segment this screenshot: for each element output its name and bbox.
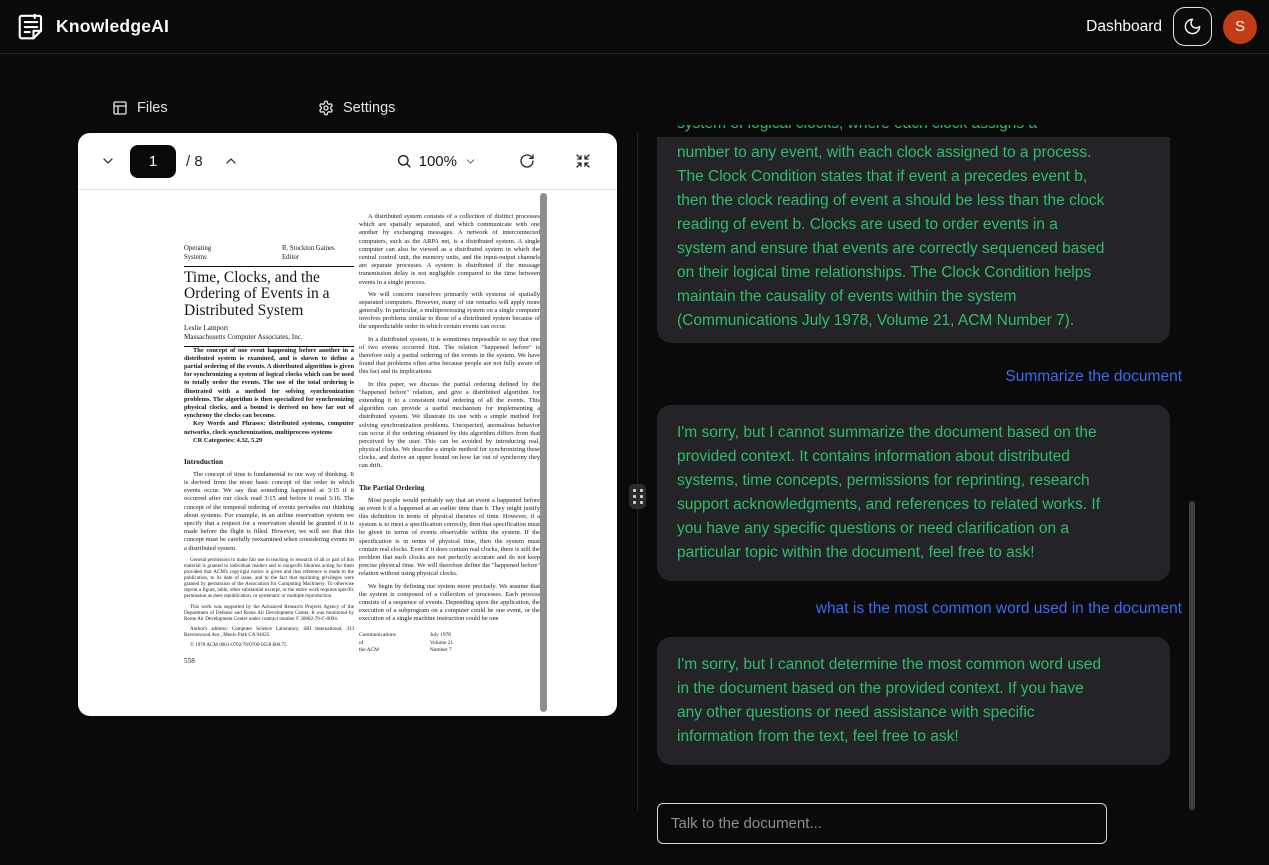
paper-cr-categories: CR Categories: 4.32, 5.29: [184, 437, 354, 445]
page-total-label: / 8: [186, 153, 203, 170]
paper-title: Time, Clocks, and the Ordering of Events…: [184, 270, 354, 319]
chevron-down-icon: [464, 155, 477, 168]
dashboard-link[interactable]: Dashboard: [1086, 18, 1162, 36]
tab-settings[interactable]: Settings: [318, 100, 395, 116]
refresh-icon: [519, 153, 535, 169]
paper-paragraph: We will concern ourselves primarily with…: [359, 291, 540, 332]
paper-abstract: The concept of one event happening befor…: [184, 347, 354, 421]
paper-footnote: Author's address: Computer Science Labor…: [184, 626, 354, 638]
pdf-scrollbar[interactable]: [540, 193, 547, 712]
moon-icon: [1183, 17, 1202, 36]
chevron-down-icon: [100, 153, 116, 169]
paper-paragraph: The concept of time is fundamental to ou…: [184, 471, 354, 553]
paper-header: Operating Systems R. Stockton Gaines Edi…: [184, 245, 354, 263]
chevron-up-icon: [223, 153, 239, 169]
topbar: KnowledgeAI Dashboard S: [0, 0, 1269, 54]
user-message: what is the most common word used in the…: [657, 597, 1186, 621]
avatar-initial: S: [1235, 18, 1245, 35]
assistant-message: I'm sorry, but I cannot determine the mo…: [657, 637, 1170, 765]
zoom-level-label: 100%: [419, 153, 457, 170]
fullscreen-button[interactable]: [575, 153, 591, 169]
page-up-button[interactable]: [223, 153, 239, 169]
page-number-input[interactable]: [130, 145, 176, 178]
paper-footnote: © 1978 ACM 0001-0782/78/0700-0558 $00.75: [184, 642, 354, 648]
resize-grip-handle[interactable]: [629, 484, 646, 509]
paper-keywords: Key Words and Phrases: distributed syste…: [184, 420, 354, 436]
assistant-message: number to any event, with each clock ass…: [657, 137, 1170, 343]
paper-footer: Communications of the ACM July 1978 Volu…: [359, 632, 540, 654]
search-icon: [396, 153, 412, 169]
paper-authors: Leslie Lamport Massachusetts Computer As…: [184, 324, 354, 343]
chat-input[interactable]: [657, 803, 1107, 844]
pdf-toolbar: / 8 100%: [78, 133, 617, 190]
chat-scrollbar[interactable]: [1189, 501, 1195, 810]
paper-section-heading: The Partial Ordering: [359, 484, 540, 492]
paper-header-left: Operating Systems: [184, 245, 211, 263]
paper-paragraph: A distributed system consists of a colle…: [359, 213, 540, 287]
clipped-message-fragment: system of logical clocks, where each clo…: [657, 125, 1186, 137]
paper-paragraph: We begin by defining our system more pre…: [359, 583, 540, 624]
pdf-viewer-panel: / 8 100%: [78, 133, 617, 716]
paper-footer-left: Communications of the ACM: [359, 632, 396, 654]
paper-footnote: General permission to make fair use in t…: [184, 557, 354, 600]
tab-settings-label: Settings: [343, 100, 395, 116]
panel-layout-icon: [112, 100, 128, 116]
chat-panel: system of logical clocks, where each clo…: [657, 125, 1186, 810]
pdf-page: Operating Systems R. Stockton Gaines Edi…: [170, 193, 540, 714]
divider: [184, 266, 354, 267]
user-message: Summarize the document: [657, 365, 1186, 389]
brand: KnowledgeAI: [16, 12, 169, 42]
note-logo-icon: [16, 12, 46, 42]
zoom-control[interactable]: 100%: [396, 153, 477, 170]
expand-icon: [575, 153, 591, 169]
tab-files-label: Files: [137, 100, 168, 116]
refresh-button[interactable]: [519, 153, 535, 169]
assistant-message: I'm sorry, but I cannot summarize the do…: [657, 405, 1170, 581]
theme-toggle-button[interactable]: [1173, 7, 1212, 46]
left-panel-tabs: Files Settings: [78, 100, 617, 128]
gear-icon: [318, 100, 334, 116]
paper-paragraph: In this paper, we discuss the partial or…: [359, 381, 540, 471]
panel-divider: [637, 133, 638, 810]
paper-footer-right: July 1978 Volume 21 Number 7: [430, 632, 453, 654]
paper-section-heading: Introduction: [184, 458, 354, 466]
page-down-button[interactable]: [100, 153, 116, 169]
tab-files[interactable]: Files: [112, 100, 168, 116]
paper-footnote: This work was supported by the Advanced …: [184, 604, 354, 622]
paper-header-right: R. Stockton Gaines Editor: [282, 245, 354, 263]
paper-page-number: 558: [184, 657, 354, 665]
app-title: KnowledgeAI: [56, 16, 169, 37]
paper-paragraph: In a distributed system, it is sometimes…: [359, 336, 540, 377]
user-avatar[interactable]: S: [1223, 10, 1257, 44]
paper-paragraph: Most people would probably say that an e…: [359, 497, 540, 579]
